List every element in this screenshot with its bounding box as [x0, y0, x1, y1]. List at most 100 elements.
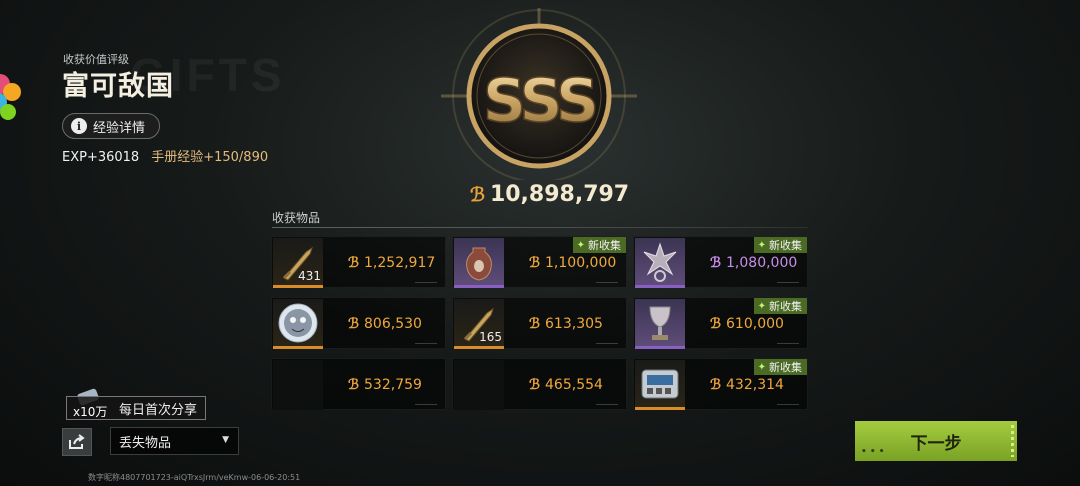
total-value-text: 10,898,797 [489, 182, 630, 207]
sparkle-icon: ✦ [576, 239, 585, 251]
vase-icon [457, 240, 501, 288]
item-thumbnail: 165 [454, 299, 504, 349]
grade-text: SSS [483, 66, 595, 136]
item-card[interactable]: ℬ 610,000 ✦ 新收集 [633, 297, 808, 349]
exp-details-button[interactable]: i 经验详情 [62, 113, 160, 139]
exp-details-label: 经验详情 [93, 120, 146, 136]
next-button-label: 下一步 [910, 433, 962, 454]
coin-icon: ℬ [710, 255, 722, 271]
item-card-divider [596, 343, 618, 344]
plate-icon [276, 301, 320, 349]
app-logo-icon [0, 74, 21, 120]
item-value: ℬ 465,554 [529, 377, 603, 393]
new-collection-badge: ✦ 新收集 [753, 359, 807, 375]
lost-items-select[interactable]: 丢失物品 ▼ [110, 427, 239, 455]
item-value: ℬ 1,100,000 [529, 255, 616, 271]
caret-down-icon: ▼ [222, 435, 229, 445]
exp-summary: EXP+36018 手册经验+150/890 [62, 146, 268, 165]
item-card-divider [777, 343, 799, 344]
device-icon [638, 362, 682, 410]
item-value: ℬ 610,000 [710, 316, 784, 332]
sparkle-icon: ✦ [757, 300, 766, 312]
coin-icon: ℬ [348, 316, 360, 332]
item-value-text: 1,252,917 [364, 255, 436, 271]
item-thumbnail [454, 238, 504, 288]
item-thumbnail [454, 360, 504, 410]
item-card-divider [415, 404, 437, 405]
manual-exp: 手册经验+150/890 [151, 150, 269, 165]
coin-icon: ℬ [710, 377, 722, 393]
item-card-divider [415, 282, 437, 283]
item-value-text: 613,305 [545, 316, 603, 332]
item-thumbnail [635, 238, 685, 288]
item-card[interactable]: ℬ 1,080,000 ✦ 新收集 [633, 236, 808, 288]
rating-title: 富可敌国 [62, 71, 174, 102]
share-reward-count: x10万 [73, 405, 108, 419]
coin-icon: ℬ [348, 255, 360, 271]
coin-icon: ℬ [470, 183, 485, 206]
share-icon [69, 434, 85, 449]
stripe-decoration [1011, 425, 1014, 457]
new-collection-label: 新收集 [588, 239, 621, 252]
exp-gain: EXP+36018 [62, 150, 140, 165]
item-card[interactable]: ℬ 432,314 ✦ 新收集 [633, 358, 808, 410]
grade-medal: SSS [441, 8, 637, 180]
item-value-text: 465,554 [545, 377, 603, 393]
item-value-text: 432,314 [726, 377, 784, 393]
item-card-divider [777, 404, 799, 405]
item-thumbnail [273, 299, 323, 349]
info-icon: i [71, 118, 87, 134]
share-button[interactable] [62, 428, 92, 456]
item-card[interactable]: ℬ 465,554 [452, 358, 627, 410]
coin-icon: ℬ [529, 255, 541, 271]
new-collection-badge: ✦ 新收集 [753, 298, 807, 314]
item-thumbnail [273, 360, 323, 410]
item-card-divider [596, 404, 618, 405]
new-collection-badge: ✦ 新收集 [753, 237, 807, 253]
dots-decoration: • • • [861, 447, 885, 457]
item-card-divider [415, 343, 437, 344]
lost-items-label: 丢失物品 [119, 435, 172, 451]
trophy-icon [638, 301, 682, 349]
item-card[interactable]: 165 ℬ 613,305 [452, 297, 627, 349]
item-value-text: 1,080,000 [726, 255, 798, 271]
share-tip-text: 每日首次分享 [119, 402, 198, 418]
item-value-text: 806,530 [364, 316, 422, 332]
coin-icon: ℬ [529, 316, 541, 332]
footer-id: 数字昵称4807701723-aiQTrxsJrm/veKmw-06-06-20… [88, 473, 301, 482]
next-button[interactable]: 下一步 • • • [855, 421, 1017, 461]
new-collection-label: 新收集 [769, 239, 802, 252]
item-thumbnail [635, 299, 685, 349]
item-card[interactable]: ℬ 532,759 [271, 358, 446, 410]
item-value: ℬ 532,759 [348, 377, 422, 393]
sparkle-icon: ✦ [757, 239, 766, 251]
coin-icon: ℬ [348, 377, 360, 393]
item-value: ℬ 432,314 [710, 377, 784, 393]
item-count: 431 [298, 269, 321, 283]
item-card-divider [596, 282, 618, 283]
item-value-text: 1,100,000 [545, 255, 617, 271]
section-divider [272, 227, 808, 228]
coin-icon: ℬ [710, 316, 722, 332]
item-value: ℬ 1,080,000 [710, 255, 797, 271]
item-card[interactable]: 431 ℬ 1,252,917 [271, 236, 446, 288]
item-card[interactable]: ℬ 1,100,000 ✦ 新收集 [452, 236, 627, 288]
item-value-text: 532,759 [364, 377, 422, 393]
item-card-divider [777, 282, 799, 283]
sparkle-icon: ✦ [757, 361, 766, 373]
coin-icon: ℬ [529, 377, 541, 393]
ornament-icon [638, 240, 682, 288]
new-collection-label: 新收集 [769, 300, 802, 313]
item-thumbnail [635, 360, 685, 410]
new-collection-label: 新收集 [769, 361, 802, 374]
item-value-text: 610,000 [726, 316, 784, 332]
new-collection-badge: ✦ 新收集 [572, 237, 626, 253]
total-value: ℬ 10,898,797 [470, 182, 629, 207]
item-thumbnail: 431 [273, 238, 323, 288]
item-value: ℬ 613,305 [529, 316, 603, 332]
section-label: 收获物品 [272, 211, 321, 225]
item-value: ℬ 806,530 [348, 316, 422, 332]
item-card[interactable]: ℬ 806,530 [271, 297, 446, 349]
item-count: 165 [479, 330, 502, 344]
item-value: ℬ 1,252,917 [348, 255, 435, 271]
